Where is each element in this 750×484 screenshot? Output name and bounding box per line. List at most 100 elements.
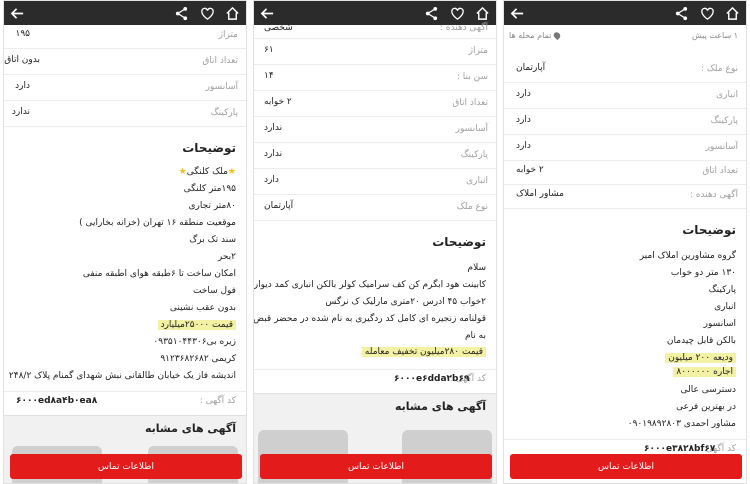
- similar-ads-title: آگهی های مشابه: [145, 422, 236, 435]
- rent-line: اجاره ۸۰۰۰۰۰۰: [673, 367, 736, 377]
- share-icon[interactable]: [172, 4, 190, 22]
- description-line: مشاور احمدی ۰۹۰۱۹۸۹۲۸۰۳: [627, 419, 736, 429]
- detail-value: دارد: [516, 89, 531, 99]
- detail-label: متراژ: [468, 46, 488, 56]
- ad-code-row: کد آگهی : ۶۰۰۰e۶dda۲b۶۹: [254, 369, 496, 389]
- detail-value: ۱۴: [264, 71, 274, 81]
- detail-label: آگهی دهنده :: [689, 190, 738, 200]
- contact-info-button[interactable]: اطلاعات تماس: [260, 454, 492, 479]
- detail-value: دارد: [264, 175, 279, 185]
- detail-value: ۲ خوابه: [516, 165, 544, 175]
- detail-label: انباری: [716, 90, 738, 100]
- description-line: سند تک برگ: [189, 235, 236, 245]
- description-line: بدون عقب نشینی: [169, 303, 236, 313]
- description-line: کریمی ۹۱۲۳۶۸۲۶۸۲: [160, 354, 236, 364]
- contact-info-button[interactable]: اطلاعات تماس: [510, 454, 742, 479]
- arrow-left-icon[interactable]: [8, 4, 26, 22]
- detail-value: دارد: [15, 81, 30, 91]
- detail-row: پارکینگ ندارد: [4, 101, 246, 127]
- detail-label: آگهی دهنده :: [439, 23, 488, 33]
- star-icon: ★: [227, 167, 236, 177]
- detail-row: انباری دارد: [504, 83, 746, 109]
- ad-code-label: کد آگهی :: [199, 396, 236, 406]
- description-line: زیره بی۰۹۳۵۱۰۴۴۳۰۶: [153, 337, 236, 347]
- detail-row: آسانسور دارد: [504, 135, 746, 161]
- detail-value: آپارتمان: [516, 63, 546, 73]
- location-text: تمام محله ها: [509, 31, 552, 40]
- ad-code-row: کد آگهی : ۶۰۰۰ed۸a۴b۰ea۸: [4, 391, 246, 411]
- ad-screen-3: ۱ ساعت پیش تمام محله ها نوع ملک : آپارتم…: [503, 0, 747, 484]
- description-title: توضیحات: [432, 235, 486, 249]
- description-line: ۸۰متر تجاری: [188, 201, 236, 211]
- description-line: ۱۹۵متر کلنگی: [183, 184, 236, 194]
- deposit-line: ودیعه ۲۰۰ میلیون: [665, 353, 736, 363]
- detail-row: پارکینگ ندارد: [254, 143, 496, 169]
- description-title: توضیحات: [682, 223, 736, 237]
- detail-label: تعداد اتاق: [202, 56, 238, 66]
- detail-value: ندارد: [11, 107, 30, 117]
- detail-row: انباری دارد: [254, 169, 496, 195]
- detail-label: تعداد اتاق: [452, 98, 488, 108]
- detail-row: پارکینگ دارد: [504, 109, 746, 135]
- location: تمام محله ها: [509, 30, 562, 41]
- detail-row: آگهی دهنده : مشاور املاک: [504, 183, 746, 209]
- detail-value: بدون اتاق: [4, 55, 40, 65]
- detail-value: ۲ خوابه: [264, 97, 292, 107]
- price-line: قیمت ۲۸۰میلیون تخفیف معامله: [361, 347, 486, 357]
- detail-label: نوع ملک :: [700, 64, 738, 74]
- heart-icon[interactable]: [698, 4, 716, 22]
- detail-value: آپارتمان: [264, 201, 294, 211]
- detail-value: دارد: [516, 141, 531, 151]
- description-line: ۱۳۰ متر دو خواب: [670, 268, 736, 278]
- detail-row: نوع ملک آپارتمان: [254, 195, 496, 221]
- detail-label: انباری: [466, 176, 488, 186]
- detail-label: پارکینگ: [210, 108, 238, 118]
- description-text: ملک کلنگی: [186, 167, 228, 177]
- detail-label: آسانسور: [455, 124, 488, 134]
- location-pin-icon: [552, 30, 562, 41]
- detail-row: تعداد اتاق ۲ خوابه: [254, 91, 496, 117]
- price-line: قیمت ۲۵۰۰۰میلیارد: [157, 320, 236, 330]
- description-line: پارکینگ: [708, 285, 736, 295]
- detail-row: متراژ ۶۱: [254, 39, 496, 65]
- description-line: انباری: [714, 302, 736, 312]
- detail-row: آسانسور دارد: [4, 75, 246, 101]
- detail-value: دارد: [516, 115, 531, 125]
- detail-row: آگهی دهنده : شخصی: [254, 19, 496, 39]
- share-icon[interactable]: [672, 4, 690, 22]
- arrow-left-icon[interactable]: [508, 4, 526, 22]
- detail-label: پارکینگ: [460, 150, 488, 160]
- heart-icon[interactable]: [198, 4, 216, 22]
- top-toolbar: [4, 1, 246, 25]
- detail-label: نوع ملک: [456, 202, 488, 212]
- detail-label: متراژ: [218, 30, 238, 40]
- ad-code: ۶۰۰۰ed۸a۴b۰ea۸: [16, 396, 98, 406]
- detail-value: ندارد: [264, 149, 283, 159]
- description-line: موقعیت منطقه ۱۶ تهران (خزانه بخارایی ): [79, 218, 236, 228]
- detail-label: تعداد اتاق: [702, 166, 738, 176]
- detail-value: مشاور املاک: [516, 189, 564, 199]
- detail-row: سن بنا : ۱۴: [254, 65, 496, 91]
- description-line: در بهترین فرعی: [676, 402, 736, 412]
- detail-row: تعداد اتاق بدون اتاق: [4, 49, 246, 75]
- description-line: ۲بحر: [217, 252, 236, 262]
- description-line: ★ملک کلنگی★: [179, 167, 236, 177]
- description-line: دسترسی عالی: [680, 385, 737, 395]
- description-line: قولنامه زنجیره ای کامل کد ردگیری به نام …: [253, 314, 486, 324]
- description-line: اسانسور: [703, 319, 736, 329]
- detail-row: آسانسور ندارد: [254, 117, 496, 143]
- home-icon[interactable]: [723, 4, 741, 22]
- ad-screen-2: آگهی دهنده : شخصی متراژ ۶۱ سن بنا : ۱۴ ت…: [253, 0, 497, 484]
- description-line: ۲خواب ۴۵ ادرس ۲۰متری مارلیک ک نرگس: [325, 297, 486, 307]
- contact-info-button[interactable]: اطلاعات تماس: [10, 454, 242, 479]
- detail-label: پارکینگ: [710, 116, 738, 126]
- detail-value: ۱۹۵: [15, 29, 30, 39]
- description-line: اندیشه فاز یک خیابان طالقانی نبش شهدای گ…: [8, 371, 236, 381]
- description-line: بالکن قابل چیدمان: [666, 336, 736, 346]
- description-line: سلام: [467, 263, 486, 273]
- post-time: ۱ ساعت پیش: [692, 31, 738, 40]
- home-icon[interactable]: [223, 4, 241, 22]
- similar-ads-title: آگهی های مشابه: [395, 400, 486, 413]
- meta-row: ۱ ساعت پیش تمام محله ها: [504, 28, 746, 44]
- detail-value: ۶۱: [264, 45, 274, 55]
